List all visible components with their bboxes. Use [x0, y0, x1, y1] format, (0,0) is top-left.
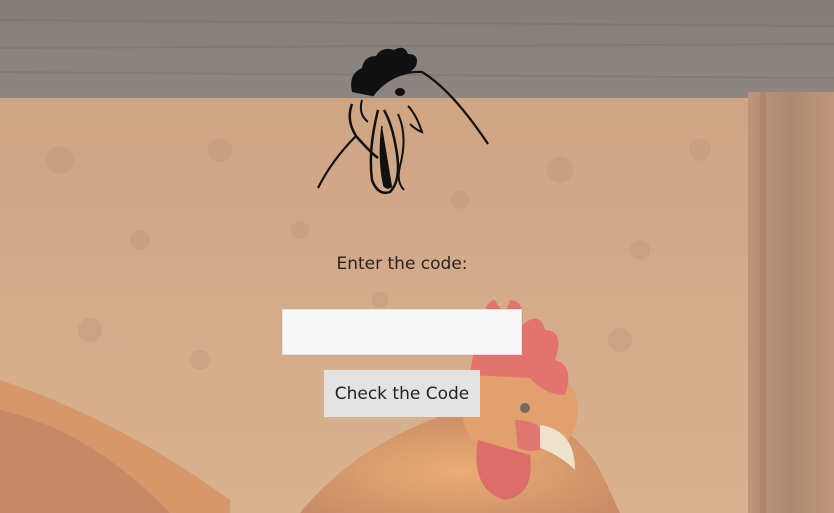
check-code-button[interactable]: Check the Code [324, 370, 480, 417]
rooster-head-logo-icon [317, 47, 489, 194]
code-form: Enter the code: Check the Code [0, 0, 834, 513]
login-page: Enter the code: Check the Code [0, 0, 834, 513]
code-input[interactable] [282, 309, 522, 355]
code-prompt-label: Enter the code: [336, 254, 468, 274]
